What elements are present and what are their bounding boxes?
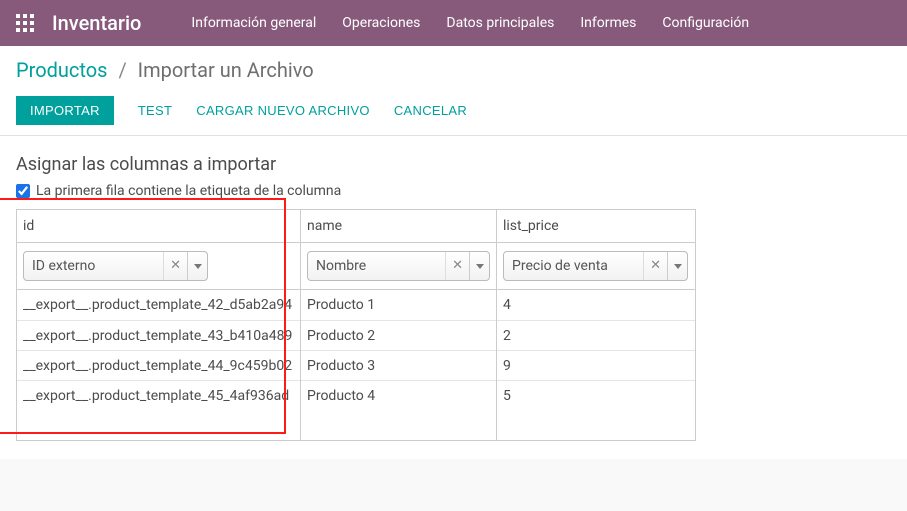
first-row-header-checkbox[interactable]	[16, 184, 30, 198]
field-mapping-value: Precio de venta	[504, 258, 643, 274]
app-title[interactable]: Inventario	[52, 11, 141, 35]
menu-item-reports[interactable]: Informes	[580, 15, 636, 31]
import-button[interactable]: IMPORTAR	[16, 96, 114, 125]
import-column-price: list_price Precio de venta ✕ 4 2 9 5	[497, 210, 695, 440]
table-row: 2	[497, 320, 695, 350]
table-row: 5	[497, 380, 695, 410]
clear-icon[interactable]: ✕	[163, 252, 187, 280]
top-navbar: Inventario Información general Operacion…	[0, 0, 907, 46]
import-content: Asignar las columnas a importar La prime…	[0, 136, 907, 459]
table-row: __export__.product_template_44_9c459b02	[17, 350, 300, 380]
table-row: Producto 4	[301, 380, 496, 410]
field-mapping-select[interactable]: Nombre ✕	[307, 251, 490, 281]
cancel-button[interactable]: CANCELAR	[394, 103, 467, 118]
apps-icon[interactable]	[16, 14, 34, 32]
column-header: name	[301, 210, 496, 243]
table-spacer	[17, 410, 300, 440]
field-mapping-select[interactable]: ID externo ✕	[23, 251, 208, 281]
menu-item-operations[interactable]: Operaciones	[342, 15, 420, 31]
field-mapping-value: Nombre	[308, 258, 445, 274]
first-row-header-option: La primera fila contiene la etiqueta de …	[16, 183, 891, 199]
column-header: id	[17, 210, 300, 243]
main-menu: Información general Operaciones Datos pr…	[191, 15, 749, 31]
column-mapping-cell: Nombre ✕	[301, 243, 496, 290]
table-spacer	[301, 410, 496, 440]
table-row: 4	[497, 290, 695, 320]
table-row: 9	[497, 350, 695, 380]
table-row: __export__.product_template_43_b410a489	[17, 320, 300, 350]
menu-item-config[interactable]: Configuración	[662, 15, 749, 31]
table-row: Producto 2	[301, 320, 496, 350]
menu-item-overview[interactable]: Información general	[191, 15, 316, 31]
chevron-down-icon[interactable]	[187, 252, 207, 280]
chevron-down-icon[interactable]	[469, 252, 489, 280]
import-column-name: name Nombre ✕ Producto 1 Producto 2 Prod…	[301, 210, 497, 440]
breadcrumb-current: Importar un Archivo	[138, 58, 314, 82]
action-bar: IMPORTAR TEST CARGAR NUEVO ARCHIVO CANCE…	[16, 96, 891, 125]
clear-icon[interactable]: ✕	[445, 252, 469, 280]
table-row: __export__.product_template_42_d5ab2a94	[17, 290, 300, 320]
table-spacer	[497, 410, 695, 440]
column-mapping-cell: Precio de venta ✕	[497, 243, 695, 290]
clear-icon[interactable]: ✕	[643, 252, 667, 280]
test-button[interactable]: TEST	[138, 103, 172, 118]
field-mapping-value: ID externo	[24, 258, 163, 274]
section-title: Asignar las columnas a importar	[16, 154, 891, 175]
table-row: Producto 3	[301, 350, 496, 380]
control-panel: Productos / Importar un Archivo IMPORTAR…	[0, 46, 907, 136]
column-mapping-cell: ID externo ✕	[17, 243, 300, 290]
breadcrumb-products[interactable]: Productos	[16, 58, 107, 82]
table-row: __export__.product_template_45_4af936ad	[17, 380, 300, 410]
import-preview-table: id ID externo ✕ __export__.product_templ…	[16, 209, 696, 441]
table-row: Producto 1	[301, 290, 496, 320]
breadcrumb: Productos / Importar un Archivo	[16, 58, 891, 82]
field-mapping-select[interactable]: Precio de venta ✕	[503, 251, 688, 281]
menu-item-master-data[interactable]: Datos principales	[446, 15, 554, 31]
breadcrumb-separator: /	[118, 58, 126, 82]
chevron-down-icon[interactable]	[667, 252, 687, 280]
first-row-header-label[interactable]: La primera fila contiene la etiqueta de …	[36, 183, 341, 199]
import-column-id: id ID externo ✕ __export__.product_templ…	[17, 210, 301, 440]
column-header: list_price	[497, 210, 695, 243]
load-new-file-button[interactable]: CARGAR NUEVO ARCHIVO	[196, 103, 370, 118]
